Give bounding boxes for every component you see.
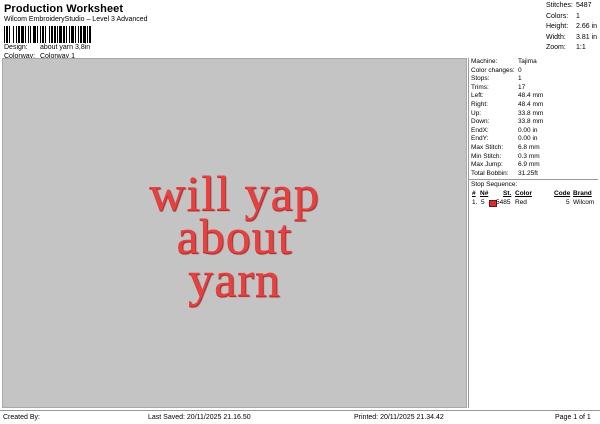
machine-stat-row: Down: 33.8 mm	[469, 118, 598, 127]
machine-stat-row: Max Jump: 6.9 mm	[469, 161, 598, 170]
summary-label: Stitches:	[546, 2, 573, 9]
stat-label: Max Stitch:	[471, 143, 504, 151]
machine-stat-row: EndX: 0.00 in	[469, 127, 598, 136]
design-row: Design: about yarn 3,8in	[4, 44, 90, 51]
stat-value: 48.4 mm	[518, 92, 544, 100]
summary-row: Width: 3.81 in	[542, 34, 598, 45]
summary-value: 5487	[576, 2, 592, 9]
row-color: Red	[515, 199, 527, 207]
summary-label: Zoom:	[546, 44, 566, 51]
header-stitches: St.	[503, 190, 512, 198]
machine-stat-row: Machine: Tajima	[469, 58, 598, 67]
panel-divider	[469, 179, 598, 181]
machine-stat-row: Min Stitch: 0.3 mm	[469, 153, 598, 162]
design-summary: Stitches: 5487 Colors: 1 Height: 2.66 in Wi…	[542, 2, 598, 55]
stat-value: 6.9 mm	[518, 161, 540, 169]
summary-label: Width:	[546, 33, 566, 41]
stat-value: 31.25ft	[518, 169, 538, 177]
stat-value: 0	[518, 66, 522, 74]
stat-label: Min Stitch:	[471, 152, 502, 160]
header-code: Code	[554, 190, 571, 198]
barcode-image	[4, 26, 132, 43]
machine-stats: Machine: Tajima Color changes: 0 Stops: 1 T…	[469, 58, 598, 178]
stat-value: 0.00 in	[518, 126, 538, 134]
stat-label: Stops:	[471, 75, 490, 83]
summary-value: 3.81 in	[576, 33, 598, 41]
row-index: 1.	[472, 199, 478, 207]
machine-stat-row: Up: 33.8 mm	[469, 110, 598, 119]
header-color: Color	[515, 190, 532, 198]
summary-label: Colors:	[546, 12, 569, 20]
stat-label: EndX:	[471, 126, 489, 134]
machine-stat-row: Stops: 1	[469, 75, 598, 84]
stat-label: Trims:	[471, 83, 489, 91]
machine-stat-row: Right: 48.4 mm	[469, 101, 598, 110]
stat-value: 17	[518, 83, 526, 91]
summary-value: 1	[576, 12, 580, 20]
design-preview: will yap about yarn	[2, 58, 467, 408]
stat-value: 33.8 mm	[518, 109, 544, 117]
stat-label: EndY:	[471, 135, 489, 143]
header-number: N#	[480, 190, 489, 198]
summary-row: Height: 2.66 in	[542, 23, 598, 34]
stat-value: 0.3 mm	[518, 152, 540, 160]
summary-row: Stitches: 5487	[542, 2, 598, 13]
design-value: about yarn 3,8in	[39, 44, 91, 51]
summary-row: Zoom: 1:1	[542, 44, 598, 55]
stat-label: Up:	[471, 109, 482, 117]
stat-value: 33.8 mm	[518, 118, 544, 126]
machine-details-panel: Machine: Tajima Color changes: 0 Stops: 1 T…	[468, 58, 598, 408]
stat-label: Right:	[471, 100, 488, 108]
stat-label: Machine:	[471, 58, 498, 65]
row-code: 5	[566, 199, 570, 207]
stat-value: 6.8 mm	[518, 143, 540, 151]
printed-date: Printed: 20/11/2025 21.34.42	[354, 414, 444, 421]
header-index: #	[472, 190, 476, 198]
stat-label: Color changes:	[471, 66, 515, 74]
worksheet-footer: Created By: Last Saved: 20/11/2025 21.16…	[0, 410, 600, 424]
summary-value: 2.66 in	[576, 23, 598, 30]
stat-label: Total Bobbin:	[471, 169, 509, 177]
design-label: Design:	[4, 44, 28, 51]
stop-sequence-header: # N# St. Color Code Brand	[469, 190, 598, 199]
machine-stat-row: Trims: 17	[469, 84, 598, 93]
stat-label: Left:	[471, 92, 484, 100]
design-text-line: yarn	[188, 251, 281, 307]
row-stitches: 5485	[496, 199, 511, 207]
stat-label: Down:	[471, 118, 490, 126]
stat-label: Max Jump:	[471, 161, 503, 169]
row-number: 5	[481, 199, 485, 207]
worksheet-title: Production Worksheet	[4, 3, 124, 15]
created-by: Created By:	[3, 414, 40, 421]
machine-stat-row: Total Bobbin: 31.25ft	[469, 170, 598, 179]
header-brand: Brand	[573, 190, 592, 198]
stop-sequence-row: 1. 5 5485 Red 5 Wilcom	[469, 199, 598, 208]
stat-value: Tajima	[518, 58, 537, 65]
summary-value: 1:1	[576, 44, 586, 51]
page-number: Page 1 of 1	[555, 414, 591, 421]
stat-value: 48.4 mm	[518, 100, 544, 108]
worksheet-header: Production Worksheet Wilcom EmbroiderySt…	[2, 2, 540, 60]
row-brand: Wilcom	[573, 199, 595, 207]
machine-stat-row: Max Stitch: 6.8 mm	[469, 144, 598, 153]
stat-value: 0.00 in	[518, 135, 538, 143]
stat-value: 1	[518, 75, 522, 83]
software-name: Wilcom EmbroideryStudio – Level 3 Advanc…	[4, 16, 148, 23]
summary-label: Height:	[546, 23, 569, 30]
stop-sequence-title: Stop Sequence:	[471, 181, 518, 189]
production-worksheet: Production Worksheet Wilcom EmbroiderySt…	[0, 0, 600, 424]
summary-row: Colors: 1	[542, 13, 598, 24]
machine-stat-row: EndY: 0.00 in	[469, 135, 598, 144]
machine-stat-row: Left: 48.4 mm	[469, 92, 598, 101]
last-saved: Last Saved: 20/11/2025 21.16.50	[148, 414, 251, 421]
machine-stat-row: Color changes: 0	[469, 67, 598, 76]
